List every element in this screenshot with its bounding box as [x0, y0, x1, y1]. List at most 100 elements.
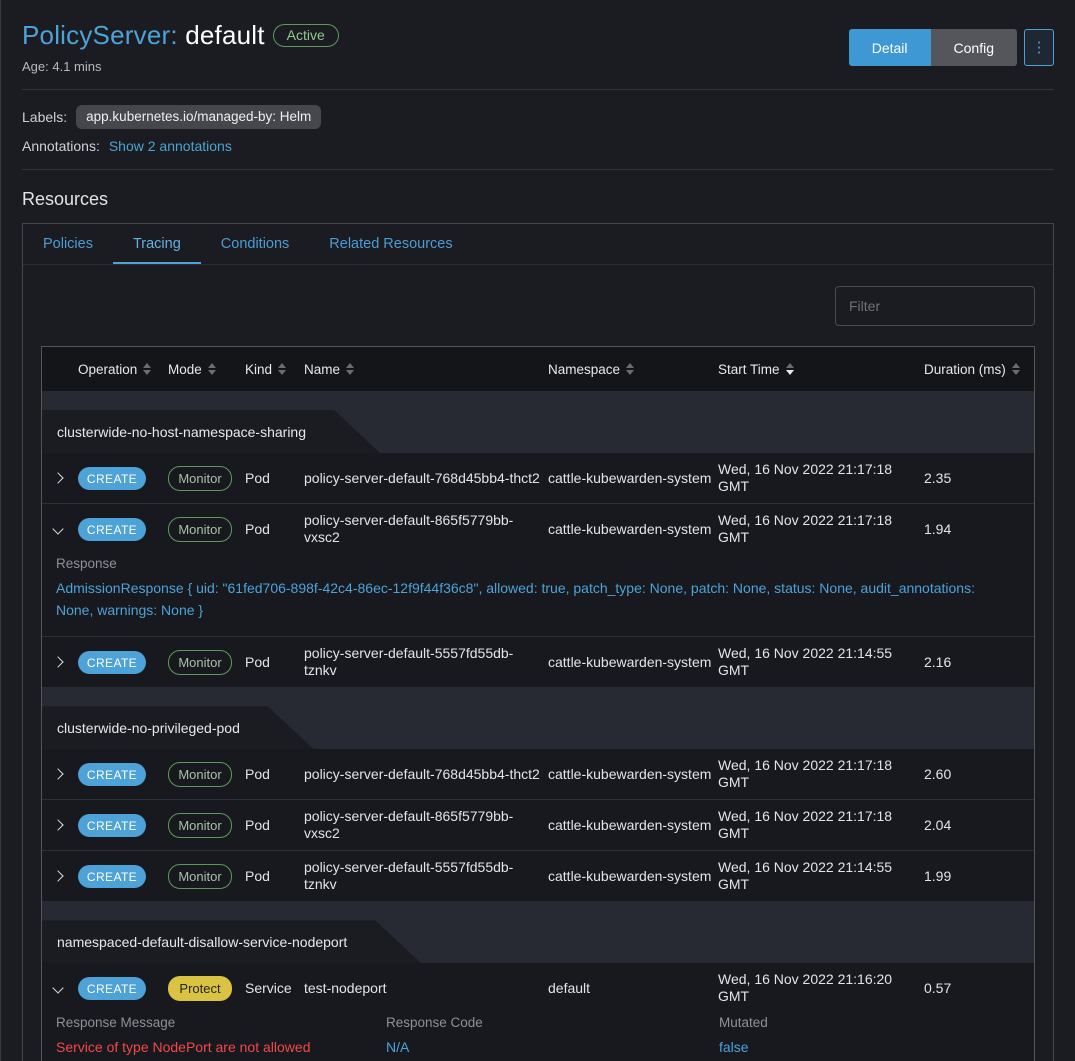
namespace-cell: cattle-kubewarden-system — [542, 868, 712, 885]
tab-related-resources[interactable]: Related Resources — [309, 224, 472, 264]
chevron-right-icon[interactable] — [52, 657, 63, 668]
detail-field-value: Service of type NodePort are not allowed — [56, 1037, 386, 1059]
mode-cell: Monitor — [162, 813, 239, 838]
table-row[interactable]: CREATEMonitorPodpolicy-server-default-55… — [42, 636, 1034, 687]
kebab-menu-button[interactable]: ⋮ — [1024, 29, 1054, 66]
tab-policies[interactable]: Policies — [23, 224, 113, 264]
operation-badge: CREATE — [78, 814, 146, 837]
mode-badge: Monitor — [168, 650, 232, 675]
table-row[interactable]: CREATEMonitorPodpolicy-server-default-76… — [42, 749, 1034, 799]
column-header-start-time[interactable]: Start Time — [712, 362, 918, 377]
namespace-cell: cattle-kubewarden-system — [542, 654, 712, 671]
tab-tracing[interactable]: Tracing — [113, 224, 201, 264]
page-title: PolicyServer: default — [22, 20, 265, 51]
operation-badge: CREATE — [78, 467, 146, 490]
operation-badge: CREATE — [78, 651, 146, 674]
start-time-cell: Wed, 16 Nov 2022 21:16:20 GMT — [712, 971, 918, 1005]
annotations-row: Annotations: Show 2 annotations — [22, 138, 1054, 154]
detail-button[interactable]: Detail — [849, 29, 931, 66]
expand-cell — [42, 770, 72, 778]
chevron-down-icon[interactable] — [52, 523, 63, 534]
mode-badge: Monitor — [168, 466, 232, 491]
policy-group-header: namespaced-default-disallow-service-node… — [42, 901, 1034, 963]
filter-input[interactable] — [835, 286, 1035, 326]
operation-cell: CREATE — [72, 814, 162, 837]
mode-cell: Monitor — [162, 517, 239, 542]
chevron-down-icon[interactable] — [52, 983, 63, 994]
column-header-namespace[interactable]: Namespace — [542, 362, 712, 377]
operation-cell: CREATE — [72, 467, 162, 490]
table-row[interactable]: CREATE MonitorPodpolicy-server-default-86… — [42, 503, 1034, 554]
policy-group-title: clusterwide-no-host-namespace-sharing — [57, 424, 306, 440]
expand-cell — [42, 821, 72, 829]
sort-icon — [346, 363, 354, 375]
chevron-right-icon[interactable] — [52, 820, 63, 831]
mode-cell: Monitor — [162, 650, 239, 675]
kind-cell: Pod — [239, 817, 298, 834]
name-cell: policy-server-default-5557fd55db-tznkv — [298, 859, 542, 893]
column-header-operation[interactable]: Operation — [72, 362, 162, 377]
resources-panel: Policies Tracing Conditions Related Reso… — [22, 223, 1054, 1061]
column-header-duration[interactable]: Duration (ms) — [918, 362, 1034, 377]
column-header-mode[interactable]: Mode — [162, 362, 239, 377]
duration-cell: 2.16 — [918, 654, 1034, 671]
response-value: AdmissionResponse { uid: "61fed706-898f-… — [56, 578, 1014, 621]
tracing-tab-panel: Operation Mode Kind Name Namespace Start… — [23, 265, 1053, 1061]
operation-badge: CREATE — [78, 977, 146, 1000]
tab-conditions[interactable]: Conditions — [201, 224, 310, 264]
row-detail: ResponseAdmissionResponse { uid: "61fed7… — [42, 554, 1034, 636]
operation-cell: CREATE — [72, 865, 162, 888]
expand-cell — [42, 872, 72, 880]
masthead: PolicyServer: default Active Age: 4.1 mi… — [22, 20, 1054, 74]
policy-group-tab: clusterwide-no-host-namespace-sharing — [42, 410, 380, 453]
detail-field: Response Message Service of type NodePort… — [56, 1015, 386, 1059]
operation-badge: CREATE — [78, 865, 146, 888]
annotations-label: Annotations: — [22, 138, 100, 154]
show-annotations-link[interactable]: Show 2 annotations — [109, 138, 232, 154]
namespace-cell: cattle-kubewarden-system — [542, 817, 712, 834]
detail-fields: Response Message Service of type NodePort… — [56, 1015, 1014, 1059]
chevron-right-icon[interactable] — [52, 769, 63, 780]
start-time-cell: Wed, 16 Nov 2022 21:17:18 GMT — [712, 512, 918, 546]
operation-badge: CREATE — [78, 518, 146, 541]
namespace-cell: default — [542, 980, 712, 997]
name-cell: policy-server-default-768d45bb4-thct2 — [298, 470, 542, 487]
kind-cell: Pod — [239, 766, 298, 783]
detail-field: Mutated false — [719, 1015, 1014, 1059]
table-row[interactable]: CREATE MonitorPodpolicy-server-default-86… — [42, 799, 1034, 850]
start-time-cell: Wed, 16 Nov 2022 21:17:18 GMT — [712, 757, 918, 791]
detail-field-label: Mutated — [719, 1015, 1014, 1030]
resource-type-label: PolicyServer: — [22, 20, 178, 50]
resources-section-title: Resources — [22, 189, 1054, 210]
duration-cell: 1.94 — [918, 521, 1034, 538]
table-row[interactable]: CREATEMonitorPodpolicy-server-default-76… — [42, 453, 1034, 503]
policy-group-header: clusterwide-no-privileged-pod — [42, 687, 1034, 749]
detail-field-label: Response Message — [56, 1015, 386, 1030]
column-header-name[interactable]: Name — [298, 362, 542, 377]
config-button[interactable]: Config — [931, 29, 1017, 66]
kind-cell: Pod — [239, 521, 298, 538]
sort-icon — [1012, 363, 1020, 375]
namespace-cell: cattle-kubewarden-system — [542, 766, 712, 783]
name-cell: policy-server-default-768d45bb4-thct2 — [298, 766, 542, 783]
detail-field-value: false — [719, 1037, 1014, 1059]
kind-cell: Service — [239, 980, 298, 997]
kind-cell: Pod — [239, 654, 298, 671]
table-row[interactable]: CREATEProtectServicetest-nodeportdefault… — [42, 963, 1034, 1013]
labels-label: Labels: — [22, 109, 67, 125]
duration-cell: 2.35 — [918, 470, 1034, 487]
policy-server-detail-page: PolicyServer: default Active Age: 4.1 mi… — [1, 0, 1075, 1061]
column-header-kind[interactable]: Kind — [239, 362, 298, 377]
mode-cell: Monitor — [162, 864, 239, 889]
chevron-right-icon[interactable] — [52, 871, 63, 882]
policy-group-title: clusterwide-no-privileged-pod — [57, 720, 240, 736]
name-cell: policy-server-default-865f5779bb-vxsc2 — [298, 808, 542, 842]
table-row[interactable]: CREATE MonitorPodpolicy-server-default-55… — [42, 850, 1034, 901]
mode-badge: Monitor — [168, 762, 232, 787]
kind-cell: Pod — [239, 868, 298, 885]
trace-table: Operation Mode Kind Name Namespace Start… — [41, 346, 1035, 1061]
name-cell: policy-server-default-865f5779bb-vxsc2 — [298, 512, 542, 546]
vertical-ellipsis-icon: ⋮ — [1032, 39, 1047, 56]
chevron-right-icon[interactable] — [52, 472, 63, 483]
operation-cell: CREATE — [72, 651, 162, 674]
